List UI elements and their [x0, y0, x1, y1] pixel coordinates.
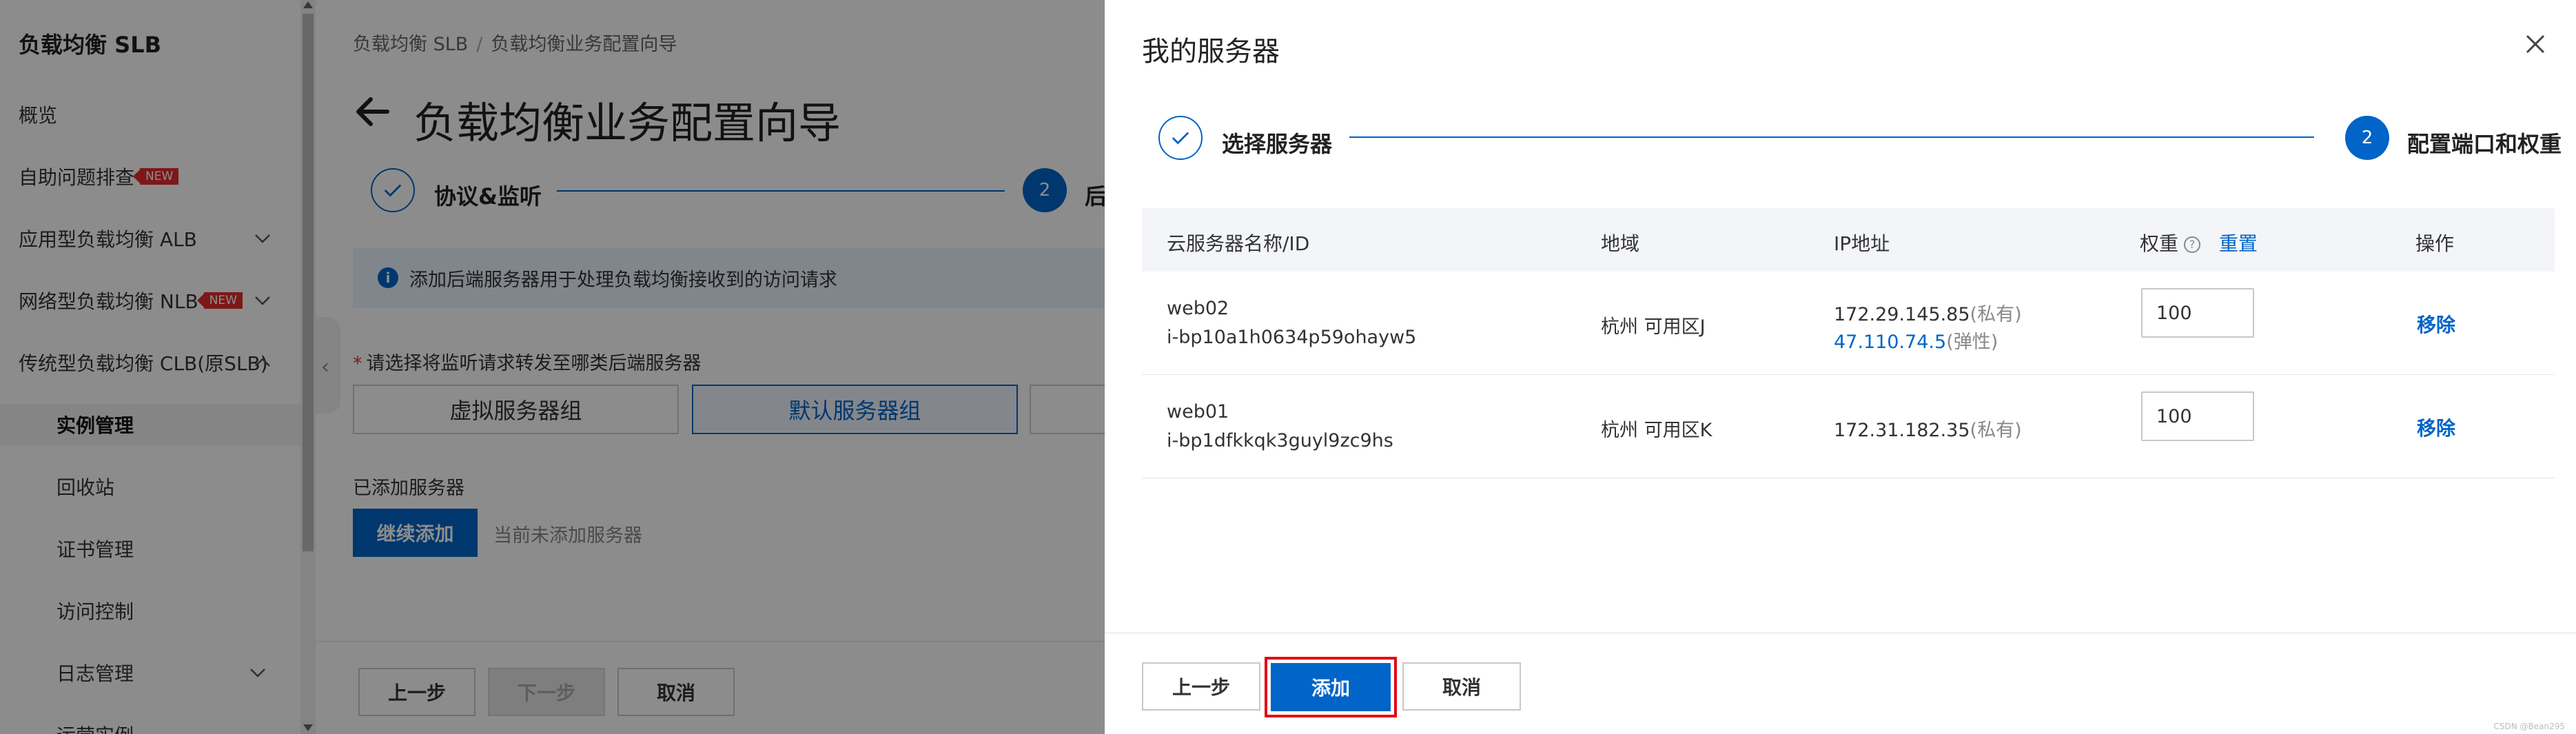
step-connector — [1349, 136, 2314, 138]
my-servers-drawer: 我的服务器 选择服务器 2 配置端口和权重 云服务器名称/ID 地域 IP地址 … — [1105, 0, 2576, 734]
private-ip: 172.29.145.85 — [1834, 304, 1970, 325]
step-done-check — [1158, 116, 1203, 160]
drawer-title: 我的服务器 — [1142, 36, 1280, 68]
prev-step-button[interactable]: 上一步 — [1142, 662, 1260, 711]
private-tag: (私有) — [1970, 420, 2022, 441]
drawer-footer: 上一步 添加 取消 — [1105, 633, 2576, 734]
step-label: 选择服务器 — [1222, 131, 1333, 157]
help-icon[interactable]: ? — [2184, 236, 2201, 253]
table-row: web02 i-bp10a1h0634p59ohayw5 杭州 可用区J 172… — [1142, 272, 2555, 375]
add-button-highlight: 添加 — [1265, 657, 1397, 717]
column-header-action: 操作 — [2415, 232, 2455, 255]
server-name: web02 — [1167, 298, 1229, 319]
remove-link[interactable]: 移除 — [2417, 310, 2455, 338]
modal-overlay[interactable] — [0, 0, 1105, 734]
cancel-button[interactable]: 取消 — [1402, 662, 1521, 711]
server-private-ip: 172.31.182.35(私有) — [1834, 415, 2022, 442]
remove-link[interactable]: 移除 — [2417, 414, 2455, 441]
weight-input[interactable] — [2141, 288, 2254, 338]
step-number: 2 — [2345, 116, 2389, 160]
step-label: 配置端口和权重 — [2407, 131, 2562, 157]
column-header-ip: IP地址 — [1834, 232, 1890, 255]
server-name: web01 — [1167, 401, 1229, 422]
reset-weight-link[interactable]: 重置 — [2219, 232, 2258, 255]
check-icon — [1172, 132, 1189, 145]
table-row: web01 i-bp1dfkkqk3guyl9zc9hs 杭州 可用区K 172… — [1142, 375, 2555, 478]
server-id-link[interactable]: i-bp1dfkkqk3guyl9zc9hs — [1167, 430, 1393, 451]
server-id-link[interactable]: i-bp10a1h0634p59ohayw5 — [1167, 327, 1416, 348]
server-private-ip: 172.29.145.85(私有) — [1834, 299, 2022, 326]
private-ip: 172.31.182.35 — [1834, 420, 1970, 441]
private-tag: (私有) — [1970, 304, 2022, 325]
server-public-ip: 47.110.74.5(弹性) — [1834, 327, 1998, 354]
close-icon[interactable] — [2523, 32, 2548, 57]
weight-header-label: 权重 — [2140, 232, 2179, 255]
public-tag: (弹性) — [1946, 332, 1999, 353]
column-header-weight: 权重? 重置 — [2140, 229, 2258, 256]
public-ip-link[interactable]: 47.110.74.5 — [1834, 332, 1946, 353]
server-region: 杭州 可用区K — [1601, 420, 1713, 441]
column-header-name: 云服务器名称/ID — [1167, 232, 1310, 255]
server-region: 杭州 可用区J — [1601, 316, 1706, 338]
weight-input[interactable] — [2141, 391, 2254, 441]
watermark: CSDN @Bean295 — [2493, 722, 2565, 731]
column-header-region: 地域 — [1601, 232, 1640, 255]
add-button[interactable]: 添加 — [1271, 663, 1391, 711]
table-header: 云服务器名称/ID 地域 IP地址 权重? 重置 操作 — [1142, 208, 2555, 272]
